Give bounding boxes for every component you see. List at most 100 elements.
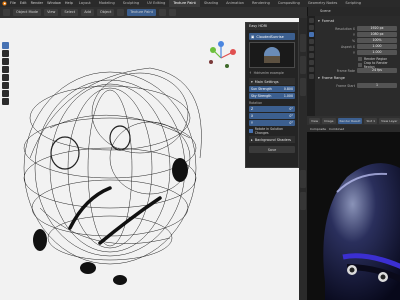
sun-strength-value: 0.800 — [283, 87, 293, 91]
view-layer-dropdown[interactable]: View Layer — [379, 117, 400, 124]
aspect-y-value[interactable]: 1.000 — [357, 50, 397, 55]
resolution-x-value[interactable]: 1920 px — [357, 26, 397, 31]
rotate-checkbox[interactable] — [249, 128, 253, 133]
global-transform-icon[interactable] — [117, 9, 125, 16]
scale-tool-icon[interactable] — [2, 74, 9, 81]
tab-compositing[interactable]: Compositing — [274, 0, 304, 7]
shading-dropdown[interactable]: Texture Paint — [127, 9, 156, 16]
main-settings-header[interactable]: ▾ Main Settings — [249, 78, 295, 85]
sidebar-tab-tool[interactable] — [300, 56, 306, 74]
render-preview[interactable] — [307, 132, 400, 300]
tab-animation[interactable]: Animation — [222, 0, 248, 7]
frame-rate-value[interactable]: 24 fps — [357, 68, 397, 73]
navigation-gizmo[interactable] — [203, 40, 239, 76]
aspect-y-row[interactable]: Y 1.000 — [318, 50, 397, 55]
image-view-menu[interactable]: View — [309, 117, 321, 124]
crop-region-row[interactable]: Crop to Render Region — [358, 61, 397, 69]
output-tab-icon[interactable] — [308, 32, 314, 37]
snap-icon[interactable] — [158, 9, 166, 16]
frame-rate-row[interactable]: Frame Rate 24 fps — [318, 68, 397, 73]
annotate-tool-icon[interactable] — [2, 90, 9, 97]
tab-scripting[interactable]: Scripting — [341, 0, 365, 7]
tab-geometry-nodes[interactable]: Geometry Nodes — [304, 0, 342, 7]
image-menu[interactable]: Image — [322, 117, 336, 124]
crop-region-checkbox[interactable] — [358, 62, 362, 67]
save-button[interactable]: Save — [249, 146, 295, 153]
menu-window[interactable]: Window — [45, 0, 63, 7]
scene-tab-icon[interactable] — [308, 46, 314, 51]
cursor-tool-icon[interactable] — [2, 50, 9, 57]
render-result-dropdown[interactable]: Render Result — [337, 117, 363, 124]
tab-layout[interactable]: Layout — [75, 0, 95, 7]
menu-edit[interactable]: Edit — [18, 0, 29, 7]
transform-tool-icon[interactable] — [2, 82, 9, 89]
object-tab-icon[interactable] — [308, 60, 314, 65]
composite-label[interactable]: Composite — [310, 127, 326, 131]
resolution-y-value[interactable]: 1080 px — [357, 32, 397, 37]
aspect-x-value[interactable]: 1.000 — [357, 44, 397, 49]
tab-shading[interactable]: Shading — [200, 0, 222, 7]
aspect-x-row[interactable]: Aspect X 1.000 — [318, 44, 397, 49]
select-tool-icon[interactable] — [2, 42, 9, 49]
resolution-x-label: Resolution X — [335, 26, 355, 31]
sidebar-tab-addon-2[interactable] — [300, 192, 306, 210]
scene-label: Scene — [320, 9, 331, 13]
rotation-x-field[interactable]: X 0° — [249, 113, 295, 119]
frame-start-row[interactable]: Frame Start 1 — [318, 83, 397, 88]
background-shaders-header[interactable]: ▸ Background Shaders — [249, 136, 295, 143]
combined-label[interactable]: Combined — [329, 127, 344, 131]
properties-tab-strip — [307, 16, 315, 116]
slot-dropdown[interactable]: Slot 1 — [364, 117, 378, 124]
render-region-checkbox[interactable] — [358, 56, 362, 61]
modifier-tab-icon[interactable] — [308, 67, 314, 72]
move-tool-icon[interactable] — [2, 58, 9, 65]
outliner[interactable]: Scene — [307, 7, 400, 16]
sidebar-tab-view[interactable] — [300, 78, 306, 96]
tab-modeling[interactable]: Modeling — [95, 0, 119, 7]
view-menu[interactable]: View — [44, 9, 59, 16]
rotate-checkbox-label: Rotate in Solution Changes — [254, 126, 284, 135]
format-header[interactable]: ▾ Format — [318, 18, 397, 24]
mode-dropdown[interactable]: Object Mode — [13, 9, 42, 16]
frame-start-value[interactable]: 1 — [357, 83, 397, 88]
hdri-preset-dropdown[interactable]: ▣ CloudedSunrise — [249, 33, 295, 40]
aspect-y-label: Y — [353, 50, 355, 55]
editor-type-icon[interactable] — [3, 9, 10, 16]
view-layer-tab-icon[interactable] — [308, 39, 314, 44]
tab-sculpting[interactable]: Sculpting — [119, 0, 143, 7]
menu-render[interactable]: Render — [29, 0, 45, 7]
render-tab-icon[interactable] — [308, 25, 314, 30]
sky-strength-field[interactable]: Sky Strength 1.000 — [249, 93, 295, 99]
proportional-edit-icon[interactable] — [168, 9, 176, 16]
world-tab-icon[interactable] — [308, 53, 314, 58]
sun-strength-field[interactable]: Sun Strength 0.800 — [249, 86, 295, 92]
frame-range-header[interactable]: ▾ Frame Range — [318, 75, 397, 81]
rotation-z-field[interactable]: Z 0° — [249, 106, 295, 112]
rotate-checkbox-row[interactable]: Rotate in Solution Changes — [249, 126, 295, 135]
object-menu[interactable]: Object — [96, 9, 115, 16]
hdri-thumbnail[interactable] — [249, 42, 295, 68]
select-menu[interactable]: Select — [61, 9, 79, 16]
add-menu[interactable]: Add — [81, 9, 94, 16]
tab-texture-paint[interactable]: Texture Paint — [169, 0, 200, 7]
resolution-percent-value[interactable]: 100% — [357, 38, 397, 43]
measure-tool-icon[interactable] — [2, 98, 9, 105]
tab-uv-editing[interactable]: UV Editing — [143, 0, 169, 7]
resolution-percent-row[interactable]: % 100% — [318, 38, 397, 43]
sidebar-tab-item[interactable] — [300, 34, 306, 52]
rotate-tool-icon[interactable] — [2, 66, 9, 73]
blender-logo-icon[interactable] — [0, 0, 8, 7]
material-tab-icon[interactable] — [308, 74, 314, 79]
easy-hdri-panel: Easy HDRI ▣ CloudedSunrise ↑ Hdrismlm ex… — [245, 22, 299, 168]
tool-tab-icon[interactable] — [308, 18, 314, 23]
format-label: Format — [321, 19, 335, 23]
resolution-x-row[interactable]: Resolution X 1920 px — [318, 26, 397, 31]
resolution-y-row[interactable]: Y 1080 px — [318, 32, 397, 37]
rotation-y-field[interactable]: Y 0° — [249, 120, 295, 126]
panel-title: Easy HDRI — [246, 23, 298, 30]
menu-help[interactable]: Help — [63, 0, 75, 7]
sun-strength-label: Sun Strength — [251, 87, 272, 91]
menu-file[interactable]: File — [8, 0, 18, 7]
tab-rendering[interactable]: Rendering — [248, 0, 274, 7]
sidebar-tab-addon[interactable] — [300, 170, 306, 188]
